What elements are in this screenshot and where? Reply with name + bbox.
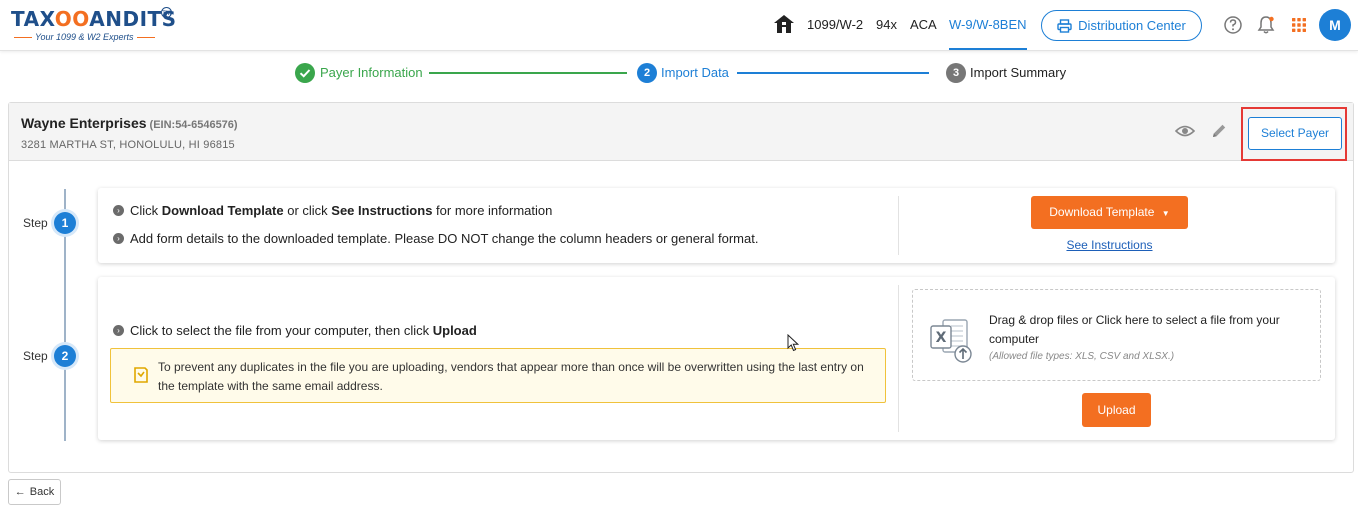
back-button[interactable]: ← Back [8,479,61,505]
distribution-center-button[interactable]: Distribution Center [1041,10,1202,41]
view-eye-icon[interactable] [1175,123,1195,139]
top-header: TAXOOANDITS TM Your 1099 & W2 Experts 10… [0,0,1358,51]
step-complete-check-icon [295,63,315,83]
drop-zone-text: Drag & drop files or Click here to selec… [989,311,1309,365]
home-icon[interactable] [773,14,795,34]
note-warning-icon [134,367,148,383]
user-avatar[interactable]: M [1319,9,1351,41]
payer-ein: (EIN:54-6546576) [149,119,238,131]
duplicate-warning-note: To prevent any duplicates in the file yo… [110,348,886,403]
step-import-data: Import Data [661,65,729,80]
printer-icon [1057,18,1072,33]
nav-1099-w2[interactable]: 1099/W-2 [807,0,863,50]
step-connector-complete [429,72,627,74]
step-2-instruction: › Click to select the file from your com… [113,323,477,338]
upload-button[interactable]: Upload [1082,393,1151,427]
apps-grid-icon[interactable] [1289,15,1309,35]
step-2-divider [898,285,899,432]
edit-pencil-icon[interactable] [1210,122,1228,140]
distribution-center-label: Distribution Center [1078,18,1186,33]
step-1-panel: › Click Download Template or click See I… [98,188,1335,263]
step-1-number: 1 [54,212,76,234]
step-import-summary: Import Summary [970,65,1067,80]
step-2-label: Step [23,349,48,363]
allowed-file-types: (Allowed file types: XLS, CSV and XLSX.) [989,351,1175,362]
payer-address: 3281 MARTHA ST, HONOLULU, HI 96815 [21,139,235,151]
step-number-3: 3 [946,63,966,83]
caret-down-icon: ▼ [1161,209,1170,218]
download-template-button[interactable]: Download Template ▼ [1031,196,1188,229]
nav-aca[interactable]: ACA [910,0,937,50]
import-card: Wayne Enterprises (EIN:54-6546576) 3281 M… [8,102,1354,473]
arrow-bullet-icon: › [113,233,124,244]
arrow-bullet-icon: › [113,205,124,216]
step-number-2: 2 [637,63,657,83]
bell-icon[interactable] [1256,15,1276,35]
taxbandits-logo[interactable]: TAXOOANDITS TM Your 1099 & W2 Experts [11,7,181,45]
import-progress-stepper: Payer Information 2 Import Data 3 Import… [0,60,1358,88]
select-payer-button[interactable]: Select Payer [1248,117,1342,150]
payer-name: Wayne Enterprises (EIN:54-6546576) [21,115,238,131]
step-2-panel: › Click to select the file from your com… [98,277,1335,440]
logo-tagline: Your 1099 & W2 Experts [11,32,158,42]
mouse-pointer-icon [787,334,799,352]
file-drop-zone[interactable]: X Drag & drop files or Click here to sel… [912,289,1321,381]
note-text: To prevent any duplicates in the file yo… [158,360,864,393]
nav-94x[interactable]: 94x [876,0,897,50]
svg-text:X: X [936,330,947,346]
step-payer-information: Payer Information [320,65,423,80]
step-connector-active [737,72,929,74]
step-1-divider [898,196,899,255]
select-payer-highlight: Select Payer [1241,107,1347,161]
payer-info-bar: Wayne Enterprises (EIN:54-6546576) 3281 M… [9,103,1353,161]
see-instructions-link[interactable]: See Instructions [1031,238,1188,252]
logo-trademark: TM [161,7,172,18]
arrow-bullet-icon: › [113,325,124,336]
step-2-number: 2 [54,345,76,367]
step-1-label: Step [23,216,48,230]
logo-wordmark: TAXOOANDITS [11,7,177,31]
help-icon[interactable] [1223,15,1243,35]
arrow-left-icon: ← [14,486,26,498]
excel-file-icon: X [930,319,972,363]
step-1-instruction-2: › Add form details to the downloaded tem… [113,231,758,246]
nav-w9-w8ben[interactable]: W-9/W-8BEN [949,0,1027,50]
step-1-instruction-1: › Click Download Template or click See I… [113,203,552,218]
